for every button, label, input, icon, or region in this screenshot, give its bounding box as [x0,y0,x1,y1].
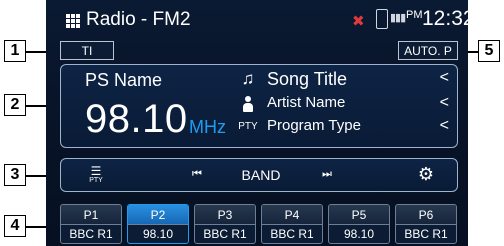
song-title: Song Title [267,69,348,89]
program-type: Program Type [267,117,361,134]
chevron-left-icon[interactable]: < [440,117,449,135]
callout-5: 5 [478,40,500,62]
song-title-row[interactable]: ♫ Song Title < [237,69,457,93]
artist-name: Artist Name [267,94,346,111]
person-icon [237,94,259,113]
preset-number: P6 [396,205,456,224]
pty-search-icon: ☰ [90,163,102,178]
preset-station: BBC R1 [195,224,255,243]
speaker-muted-icon: ✖ [352,13,365,30]
frequency-unit: MHz [189,117,226,137]
clock-ampm: PM [406,9,423,21]
pty-search-label: PTY [89,176,103,184]
callout-2: 2 [4,94,26,116]
preset-station: 98.10 [329,224,389,243]
music-note-icon: ♫ [241,69,255,88]
preset-p4[interactable]: P4 BBC R1 [261,204,323,244]
preset-number: P5 [329,205,389,224]
frequency-display: 98.10 [85,97,188,141]
auto-preset-button[interactable]: AUTO. P [398,41,458,60]
preset-station: 98.10 [128,224,188,243]
preset-number: P3 [195,205,255,224]
ps-name: PS Name [85,70,163,90]
grid-menu-icon[interactable] [66,14,80,28]
preset-station: BBC R1 [396,224,456,243]
preset-number: P4 [262,205,322,224]
pty-search-button[interactable]: ☰ PTY [81,159,111,190]
preset-p1[interactable]: P1 BBC R1 [60,204,122,244]
program-type-row[interactable]: PTY Program Type < [237,117,457,141]
chevron-left-icon[interactable]: < [440,69,449,87]
callout-1: 1 [4,40,26,62]
clock-time: 12:32 [422,7,468,30]
preset-list: P1 BBC R1 P2 98.10 P3 BBC R1 P4 BBC R1 P… [60,204,458,244]
preset-p6[interactable]: P6 BBC R1 [395,204,457,244]
ti-indicator[interactable]: TI [60,41,114,60]
preset-p5[interactable]: P5 98.10 [328,204,390,244]
status-bar: Radio - FM2 ✖ ▮▮▮ PM 12:32 [46,0,468,40]
callout-4: 4 [4,215,26,237]
settings-button[interactable]: ⚙ [411,159,441,190]
previous-button[interactable]: ⏮ [181,159,211,190]
phone-icon [376,9,388,29]
station-info-panel: PS Name 98.10 MHz ♫ Song Title < Artist … [60,64,458,148]
page-title: Radio - FM2 [86,9,191,30]
preset-p3[interactable]: P3 BBC R1 [194,204,256,244]
control-bar: ☰ PTY ⏮ BAND ⏭ ⚙ [60,158,458,192]
radio-screen: Radio - FM2 ✖ ▮▮▮ PM 12:32 TI AUTO. P PS… [46,0,468,246]
signal-bars-icon: ▮▮▮ [390,12,406,24]
preset-p2[interactable]: P2 98.10 [127,204,189,244]
preset-number: P1 [61,205,121,224]
pty-label: PTY [238,121,258,132]
callout-3: 3 [4,164,26,186]
preset-number: P2 [128,205,188,224]
chevron-left-icon[interactable]: < [440,94,449,112]
preset-station: BBC R1 [262,224,322,243]
band-button[interactable]: BAND [221,159,301,190]
artist-name-row[interactable]: Artist Name < [237,94,457,118]
next-button[interactable]: ⏭ [311,159,341,190]
preset-station: BBC R1 [61,224,121,243]
